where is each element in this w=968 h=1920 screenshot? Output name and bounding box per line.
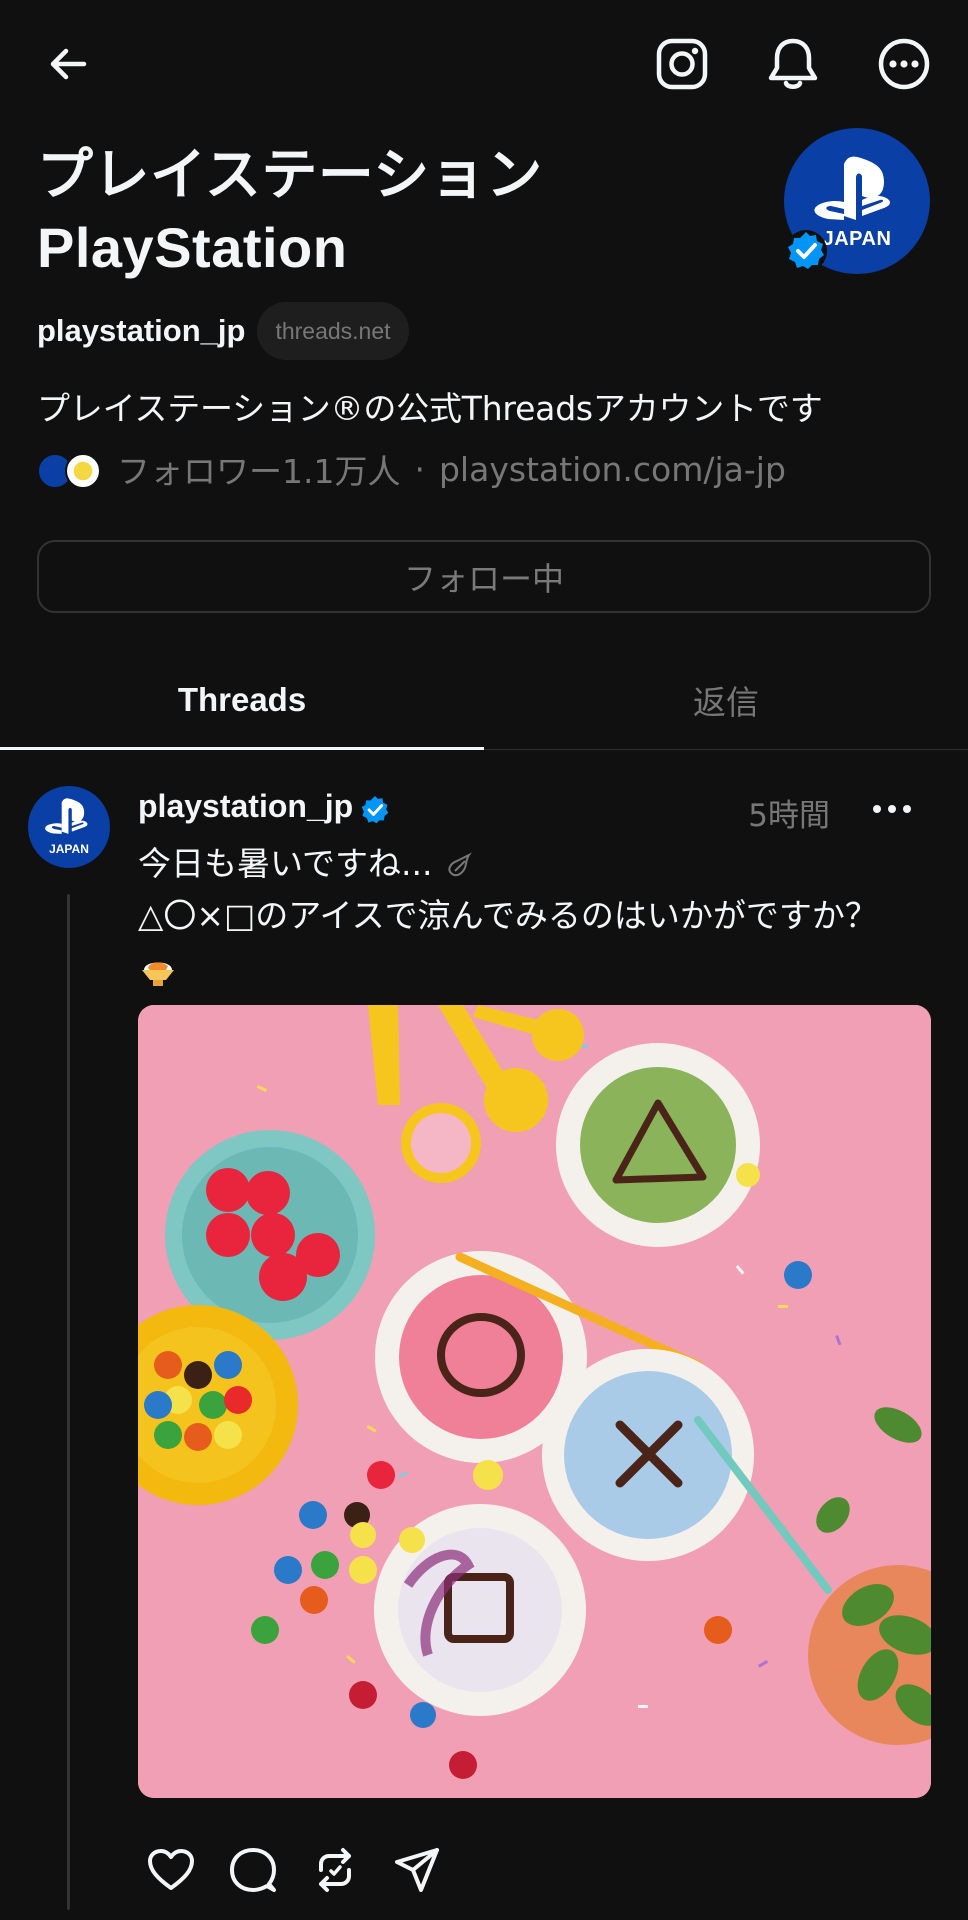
share-icon (395, 1848, 439, 1892)
back-arrow-icon (50, 48, 87, 80)
follower-avatars[interactable] (37, 449, 103, 489)
profile-name-ja: プレイステーション (37, 143, 543, 208)
followers-row: フォロワー1.1万人 · playstation.com/ja-jp (37, 447, 786, 491)
profile-handle: playstation_jp (37, 313, 246, 348)
shaved-ice-emoji-icon (142, 961, 174, 986)
post-actions (130, 1835, 458, 1905)
post-timestamp: 5時間 (748, 798, 830, 834)
thread-line (67, 894, 70, 1910)
post-avatar-japan-label: JAPAN (49, 842, 89, 856)
post-handle[interactable]: playstation_jp (138, 788, 353, 825)
separator-dot: · (414, 449, 425, 489)
post-image[interactable] (138, 1005, 931, 1798)
follower-avatar (65, 453, 101, 489)
followers-count[interactable]: フォロワー1.1万人 (117, 445, 400, 493)
post-more-button[interactable] (866, 788, 918, 830)
more-horizontal-icon (873, 805, 911, 813)
profile-tabs: Threads 返信 (0, 650, 968, 750)
instagram-icon (656, 38, 708, 90)
profile-link[interactable]: playstation.com/ja-jp (439, 450, 786, 489)
like-button[interactable] (130, 1835, 212, 1905)
post-avatar[interactable]: JAPAN (28, 786, 110, 868)
more-circle-icon (878, 38, 930, 90)
heart-icon (148, 1849, 194, 1890)
sweat-droplet-icon (448, 851, 472, 876)
profile-bio: プレイステーション®の公式Threadsアカウントです (37, 389, 823, 428)
post-line-3 (138, 942, 938, 994)
bell-icon (768, 38, 818, 89)
profile-name: プレイステーション PlayStation (37, 140, 757, 284)
tab-replies[interactable]: 返信 (484, 650, 968, 750)
share-button[interactable] (376, 1835, 458, 1905)
ice-cream-bowls-illustration (138, 1005, 931, 1798)
reply-button[interactable] (212, 1835, 294, 1905)
comment-icon (230, 1848, 276, 1892)
post-text: 今日も暑いですね... △〇×□のアイスで涼んでみるのはいかがですか？ (138, 838, 938, 994)
handle-row: playstation_jp threads.net (37, 302, 409, 360)
verified-badge-icon (361, 795, 389, 824)
notifications-button[interactable] (757, 28, 829, 100)
active-tab-indicator (0, 747, 484, 750)
post-line-1-text: 今日も暑いですね... (138, 844, 433, 883)
verified-badge-icon (785, 230, 827, 272)
post-line-2: △〇×□のアイスで涼んでみるのはいかがですか？ (138, 896, 878, 935)
instagram-button[interactable] (646, 28, 718, 100)
tab-threads[interactable]: Threads (0, 650, 484, 750)
post-line-1: 今日も暑いですね... (138, 838, 938, 890)
profile-name-en: PlayStation (37, 216, 348, 279)
top-bar (0, 0, 968, 128)
back-button[interactable] (32, 28, 104, 100)
post-header: playstation_jp 5時間 (138, 786, 938, 834)
following-button[interactable]: フォロー中 (37, 540, 931, 613)
repost-button[interactable] (294, 1835, 376, 1905)
more-options-button[interactable] (868, 28, 940, 100)
domain-pill[interactable]: threads.net (257, 302, 409, 360)
repost-icon (319, 1848, 351, 1892)
